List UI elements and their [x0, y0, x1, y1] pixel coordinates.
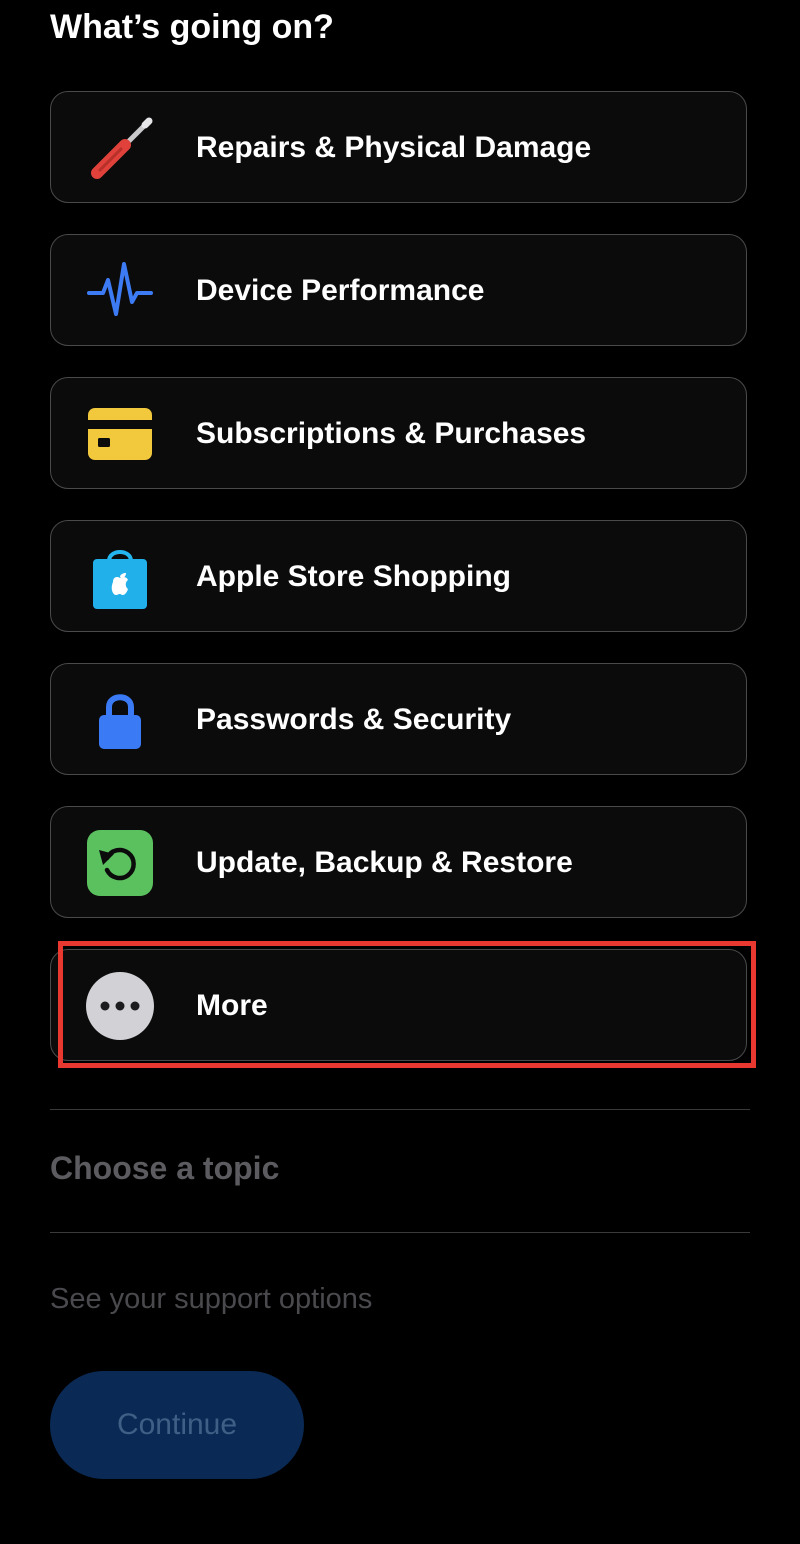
topic-subscriptions-purchases[interactable]: Subscriptions & Purchases — [50, 377, 747, 489]
support-options-label: See your support options — [50, 1283, 373, 1315]
topic-label: More — [196, 989, 268, 1022]
topic-label: Update, Backup & Restore — [196, 846, 573, 879]
credit-card-icon — [85, 399, 155, 469]
topic-label: Passwords & Security — [196, 703, 512, 736]
divider — [50, 1109, 750, 1110]
topic-label: Apple Store Shopping — [196, 560, 511, 593]
screwdriver-icon — [85, 113, 155, 183]
choose-topic-label: Choose a topic — [50, 1150, 280, 1186]
topic-update-backup-restore[interactable]: Update, Backup & Restore — [50, 806, 747, 918]
lock-icon — [85, 685, 155, 755]
topic-more[interactable]: More — [50, 949, 747, 1061]
page-title: What’s going on? — [50, 8, 334, 46]
topic-apple-store-shopping[interactable]: Apple Store Shopping — [50, 520, 747, 632]
continue-button[interactable]: Continue — [50, 1371, 304, 1479]
topic-label: Device Performance — [196, 274, 485, 307]
topic-label: Subscriptions & Purchases — [196, 417, 587, 450]
topic-passwords-security[interactable]: Passwords & Security — [50, 663, 747, 775]
pulse-icon — [85, 256, 155, 326]
topic-repairs-physical-damage[interactable]: Repairs & Physical Damage — [50, 91, 747, 203]
shopping-bag-icon — [85, 542, 155, 612]
topic-device-performance[interactable]: Device Performance — [50, 234, 747, 346]
topic-label: Repairs & Physical Damage — [196, 131, 592, 164]
more-icon — [85, 971, 155, 1041]
divider — [50, 1232, 750, 1233]
restore-icon — [85, 828, 155, 898]
